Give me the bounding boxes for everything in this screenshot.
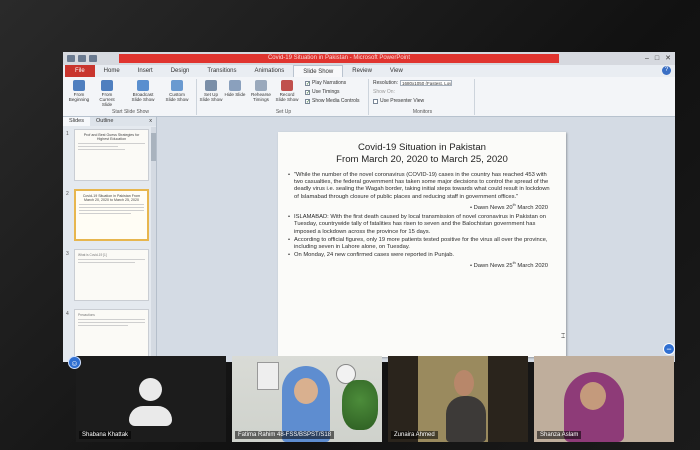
plant-icon: [342, 380, 378, 430]
tab-slides[interactable]: Slides: [63, 117, 90, 126]
ribbon: From Beginning From Current Slide Broadc…: [63, 77, 675, 117]
tab-outline[interactable]: Outline: [90, 117, 119, 126]
slide-thumbnail-3[interactable]: What is Covid-19 [1]: [74, 249, 149, 301]
hide-slide-icon: [229, 80, 241, 91]
from-beginning-button[interactable]: From Beginning: [67, 80, 91, 102]
participant-face: [580, 382, 606, 410]
bullet: ISLAMABAD: With the first death caused b…: [288, 214, 556, 236]
panel-scrollbar[interactable]: [151, 127, 156, 357]
undo-icon[interactable]: [78, 55, 86, 62]
slideshow-icon: [101, 80, 113, 91]
from-current-slide-button[interactable]: From Current Slide: [95, 80, 119, 107]
hide-slide-button[interactable]: Hide Slide: [223, 80, 247, 97]
broadcast-slide-show-button[interactable]: Broadcast Slide Show: [131, 80, 155, 102]
participant-tile-1[interactable]: Shabana Khattak: [76, 356, 226, 442]
slide-thumbnail-2[interactable]: Covid-19 Situation in Pakistan From Marc…: [74, 189, 149, 241]
group-label: Monitors: [412, 109, 433, 115]
participant-video: [446, 396, 486, 442]
source-citation: • Dawn News 25th March 2020: [469, 261, 548, 270]
slide-number: 1: [66, 131, 69, 137]
participant-face: [454, 370, 474, 396]
rehearse-timings-button[interactable]: Rehearse Timings: [249, 80, 273, 102]
tab-home[interactable]: Home: [95, 65, 129, 77]
bullet: According to official figures, only 19 m…: [288, 237, 556, 251]
show-on-dropdown[interactable]: Show On:: [373, 89, 395, 95]
resolution-dropdown[interactable]: Resolution: 1680x1050 (Fastest, Lowe...: [373, 80, 453, 86]
bullet: On Monday, 24 new confirmed cases were r…: [288, 252, 556, 259]
mouse-cursor-icon: ⌶: [561, 333, 566, 340]
source-citation: • Dawn News 20th March 2020: [469, 202, 548, 211]
use-timings-checkbox[interactable]: Use Timings: [305, 89, 340, 95]
minimize-icon[interactable]: −: [663, 343, 675, 355]
close-button[interactable]: ✕: [665, 54, 671, 63]
participant-tile-4[interactable]: Shanza Aslam: [534, 356, 674, 442]
setup-icon: [205, 80, 217, 91]
save-icon[interactable]: [67, 55, 75, 62]
window-controls: – □ ✕: [645, 54, 671, 63]
tab-animations[interactable]: Animations: [246, 65, 294, 77]
scroll-thumb[interactable]: [151, 133, 156, 161]
ribbon-tabs: File Home Insert Design Transitions Anim…: [63, 64, 675, 78]
custom-slide-show-button[interactable]: Custom Slide Show: [165, 80, 189, 102]
avatar-icon: [139, 378, 162, 401]
participant-tile-3[interactable]: Zunaira Ahmed: [388, 356, 528, 442]
slide-number: 4: [66, 311, 69, 317]
tab-transitions[interactable]: Transitions: [198, 65, 245, 77]
group-monitors: Resolution: 1680x1050 (Fastest, Lowe... …: [371, 79, 475, 115]
checkbox-checked-icon: [305, 89, 310, 95]
tab-design[interactable]: Design: [162, 65, 199, 77]
group-start-slide-show: From Beginning From Current Slide Broadc…: [65, 79, 197, 115]
slide-body: "While the number of the novel coronavir…: [288, 172, 556, 271]
checkbox-checked-icon: [305, 80, 310, 86]
slide-number: 3: [66, 251, 69, 257]
set-up-slide-show-button[interactable]: Set Up Slide Show: [199, 80, 223, 102]
slide-thumbnail-1[interactable]: Prof and Best Guess Strategies for Highe…: [74, 129, 149, 181]
calendar-icon: [257, 362, 279, 390]
title-bar: Covid-19 Situation in Pakistan - Microso…: [63, 52, 675, 65]
participant-name: Shabana Khattak: [79, 431, 132, 439]
broadcast-icon: [137, 80, 149, 91]
powerpoint-window: Covid-19 Situation in Pakistan - Microso…: [63, 52, 675, 362]
participant-name: Zunaira Ahmed: [391, 431, 438, 439]
window-title: Covid-19 Situation in Pakistan - Microso…: [119, 54, 559, 63]
custom-show-icon: [171, 80, 183, 91]
participant-name: Fatima Rahim 48-FSS/BSPST/S18: [235, 431, 335, 439]
quick-access-toolbar: [63, 55, 97, 62]
tab-review[interactable]: Review: [343, 65, 381, 77]
person-icon[interactable]: ☺: [68, 356, 81, 369]
show-media-controls-checkbox[interactable]: Show Media Controls: [305, 98, 360, 104]
participant-face: [294, 378, 318, 404]
maximize-button[interactable]: □: [655, 54, 659, 63]
group-set-up: Set Up Slide Show Hide Slide Rehearse Ti…: [199, 79, 369, 115]
slide-title: Covid-19 Situation in Pakistan From Marc…: [336, 142, 508, 165]
group-label: Start Slide Show: [112, 109, 149, 115]
tab-file[interactable]: File: [65, 65, 95, 77]
checkbox-icon: [373, 98, 378, 104]
current-slide[interactable]: Covid-19 Situation in Pakistan From Marc…: [278, 132, 566, 357]
slide-number: 2: [66, 191, 69, 197]
group-label: Set Up: [275, 109, 292, 115]
minimize-button[interactable]: –: [645, 54, 649, 63]
bullet: "While the number of the novel coronavir…: [288, 172, 556, 201]
play-narrations-checkbox[interactable]: Play Narrations: [305, 80, 346, 86]
slides-panel: Slides Outline x 1 Prof and Best Guess S…: [63, 117, 157, 362]
participant-tile-2[interactable]: Fatima Rahim 48-FSS/BSPST/S18: [232, 356, 382, 442]
tab-insert[interactable]: Insert: [129, 65, 162, 77]
use-presenter-view-checkbox[interactable]: Use Presenter View: [373, 98, 424, 104]
timer-icon: [255, 80, 267, 91]
tab-view[interactable]: View: [381, 65, 412, 77]
slide-thumbnail-4[interactable]: Precautions: [74, 309, 149, 361]
panel-tabs: Slides Outline x: [63, 117, 156, 126]
slideshow-icon: [73, 80, 85, 91]
redo-icon[interactable]: [89, 55, 97, 62]
checkbox-checked-icon: [305, 98, 310, 104]
close-panel-icon[interactable]: x: [145, 117, 156, 126]
record-icon: [281, 80, 293, 91]
record-slide-show-button[interactable]: Record Slide Show: [275, 80, 299, 102]
tab-slide-show[interactable]: Slide Show: [293, 64, 344, 78]
slide-editing-area: Covid-19 Situation in Pakistan From Marc…: [157, 117, 675, 362]
participant-name: Shanza Aslam: [537, 431, 582, 439]
help-icon[interactable]: ?: [662, 66, 671, 75]
avatar-body: [129, 406, 172, 426]
